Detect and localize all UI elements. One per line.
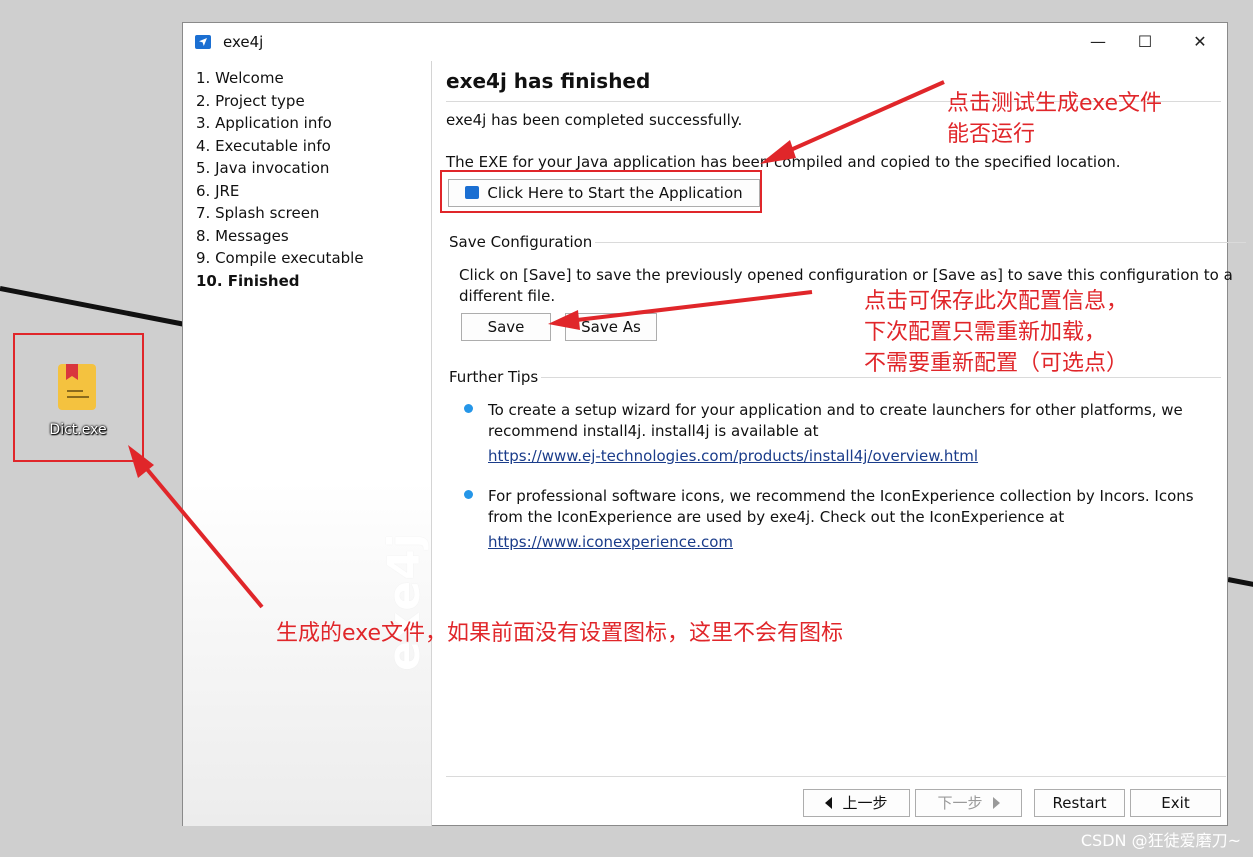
annotation-test-line2: 能否运行 bbox=[947, 122, 1036, 147]
install4j-link[interactable]: https://www.ej-technologies.com/products… bbox=[488, 447, 978, 465]
next-button-label: 下一步 bbox=[937, 794, 983, 812]
footer-divider bbox=[446, 776, 1226, 777]
arrow-left-icon bbox=[825, 797, 833, 809]
annotation-save-line3: 不需要重新配置（可选点） bbox=[864, 351, 1129, 376]
desktop-file-label[interactable]: Dict.exe bbox=[40, 422, 116, 438]
arrow-right-icon bbox=[992, 797, 1000, 809]
exit-button[interactable]: Exit bbox=[1130, 789, 1221, 817]
title-bar[interactable]: exe4j — ☐ ✕ bbox=[183, 23, 1227, 61]
bookmark-app-icon[interactable] bbox=[58, 364, 96, 410]
desktop-line-right bbox=[1227, 577, 1253, 588]
desktop-line-left bbox=[0, 286, 187, 328]
save-as-button[interactable]: Save As bbox=[565, 313, 657, 341]
annotation-test-line1: 点击测试生成exe文件 bbox=[947, 91, 1163, 116]
tips-section-title: Further Tips bbox=[449, 368, 539, 386]
sidebar-item-jre: 6. JRE bbox=[196, 182, 240, 200]
sidebar-watermark: exe4j bbox=[379, 532, 430, 671]
tip-bullet-icon bbox=[464, 490, 473, 499]
save-desc-line1: Click on [Save] to save the previously o… bbox=[459, 266, 1233, 284]
sidebar-item-finished: 10. Finished bbox=[196, 272, 300, 290]
tip2-line2: from the IconExperience are used by exe4… bbox=[488, 508, 1065, 526]
tip1-line1: To create a setup wizard for your applic… bbox=[488, 401, 1183, 419]
save-button[interactable]: Save bbox=[461, 313, 551, 341]
csdn-watermark: CSDN @狂徒爱磨刀~ bbox=[1080, 831, 1241, 850]
back-button[interactable]: 上一步 bbox=[803, 789, 910, 817]
sidebar-item-messages: 8. Messages bbox=[196, 227, 289, 245]
exe4j-app-icon bbox=[195, 35, 211, 49]
save-section-title: Save Configuration bbox=[449, 233, 593, 251]
window-title: exe4j bbox=[223, 33, 264, 51]
sidebar-item-java-invocation: 5. Java invocation bbox=[196, 159, 330, 177]
annotation-box-start bbox=[440, 170, 762, 213]
back-button-label: 上一步 bbox=[842, 794, 888, 812]
sidebar-item-application-info: 3. Application info bbox=[196, 114, 332, 132]
sidebar-item-welcome: 1. Welcome bbox=[196, 69, 284, 87]
close-icon[interactable]: ✕ bbox=[1185, 31, 1215, 53]
tip-bullet-icon bbox=[464, 404, 473, 413]
tip2-line1: For professional software icons, we reco… bbox=[488, 487, 1194, 505]
annotation-save-line1: 点击可保存此次配置信息， bbox=[864, 289, 1129, 314]
tip1-line2: recommend install4j. install4j is availa… bbox=[488, 422, 819, 440]
sidebar-item-project-type: 2. Project type bbox=[196, 92, 305, 110]
page-title: exe4j has finished bbox=[446, 69, 651, 93]
annotation-save-line2: 下次配置只需重新加载， bbox=[864, 320, 1107, 345]
completed-text: exe4j has been completed successfully. bbox=[446, 111, 743, 129]
sidebar-item-executable-info: 4. Executable info bbox=[196, 137, 331, 155]
exe-location-text: The EXE for your Java application has be… bbox=[446, 153, 1121, 171]
maximize-icon[interactable]: ☐ bbox=[1130, 31, 1160, 53]
save-section-divider bbox=[595, 242, 1246, 243]
restart-button[interactable]: Restart bbox=[1034, 789, 1125, 817]
next-button: 下一步 bbox=[915, 789, 1022, 817]
sidebar-item-compile-executable: 9. Compile executable bbox=[196, 249, 364, 267]
iconexperience-link[interactable]: https://www.iconexperience.com bbox=[488, 533, 733, 551]
annotation-exe-note: 生成的exe文件，如果前面没有设置图标，这里不会有图标 bbox=[276, 621, 844, 646]
sidebar-item-splash-screen: 7. Splash screen bbox=[196, 204, 320, 222]
wizard-steps-sidebar: 1. Welcome 2. Project type 3. Applicatio… bbox=[183, 61, 432, 826]
minimize-icon[interactable]: — bbox=[1083, 31, 1113, 53]
exe4j-window: exe4j — ☐ ✕ 1. Welcome 2. Project type 3… bbox=[182, 22, 1246, 826]
save-desc-line2: different file. bbox=[459, 287, 556, 305]
